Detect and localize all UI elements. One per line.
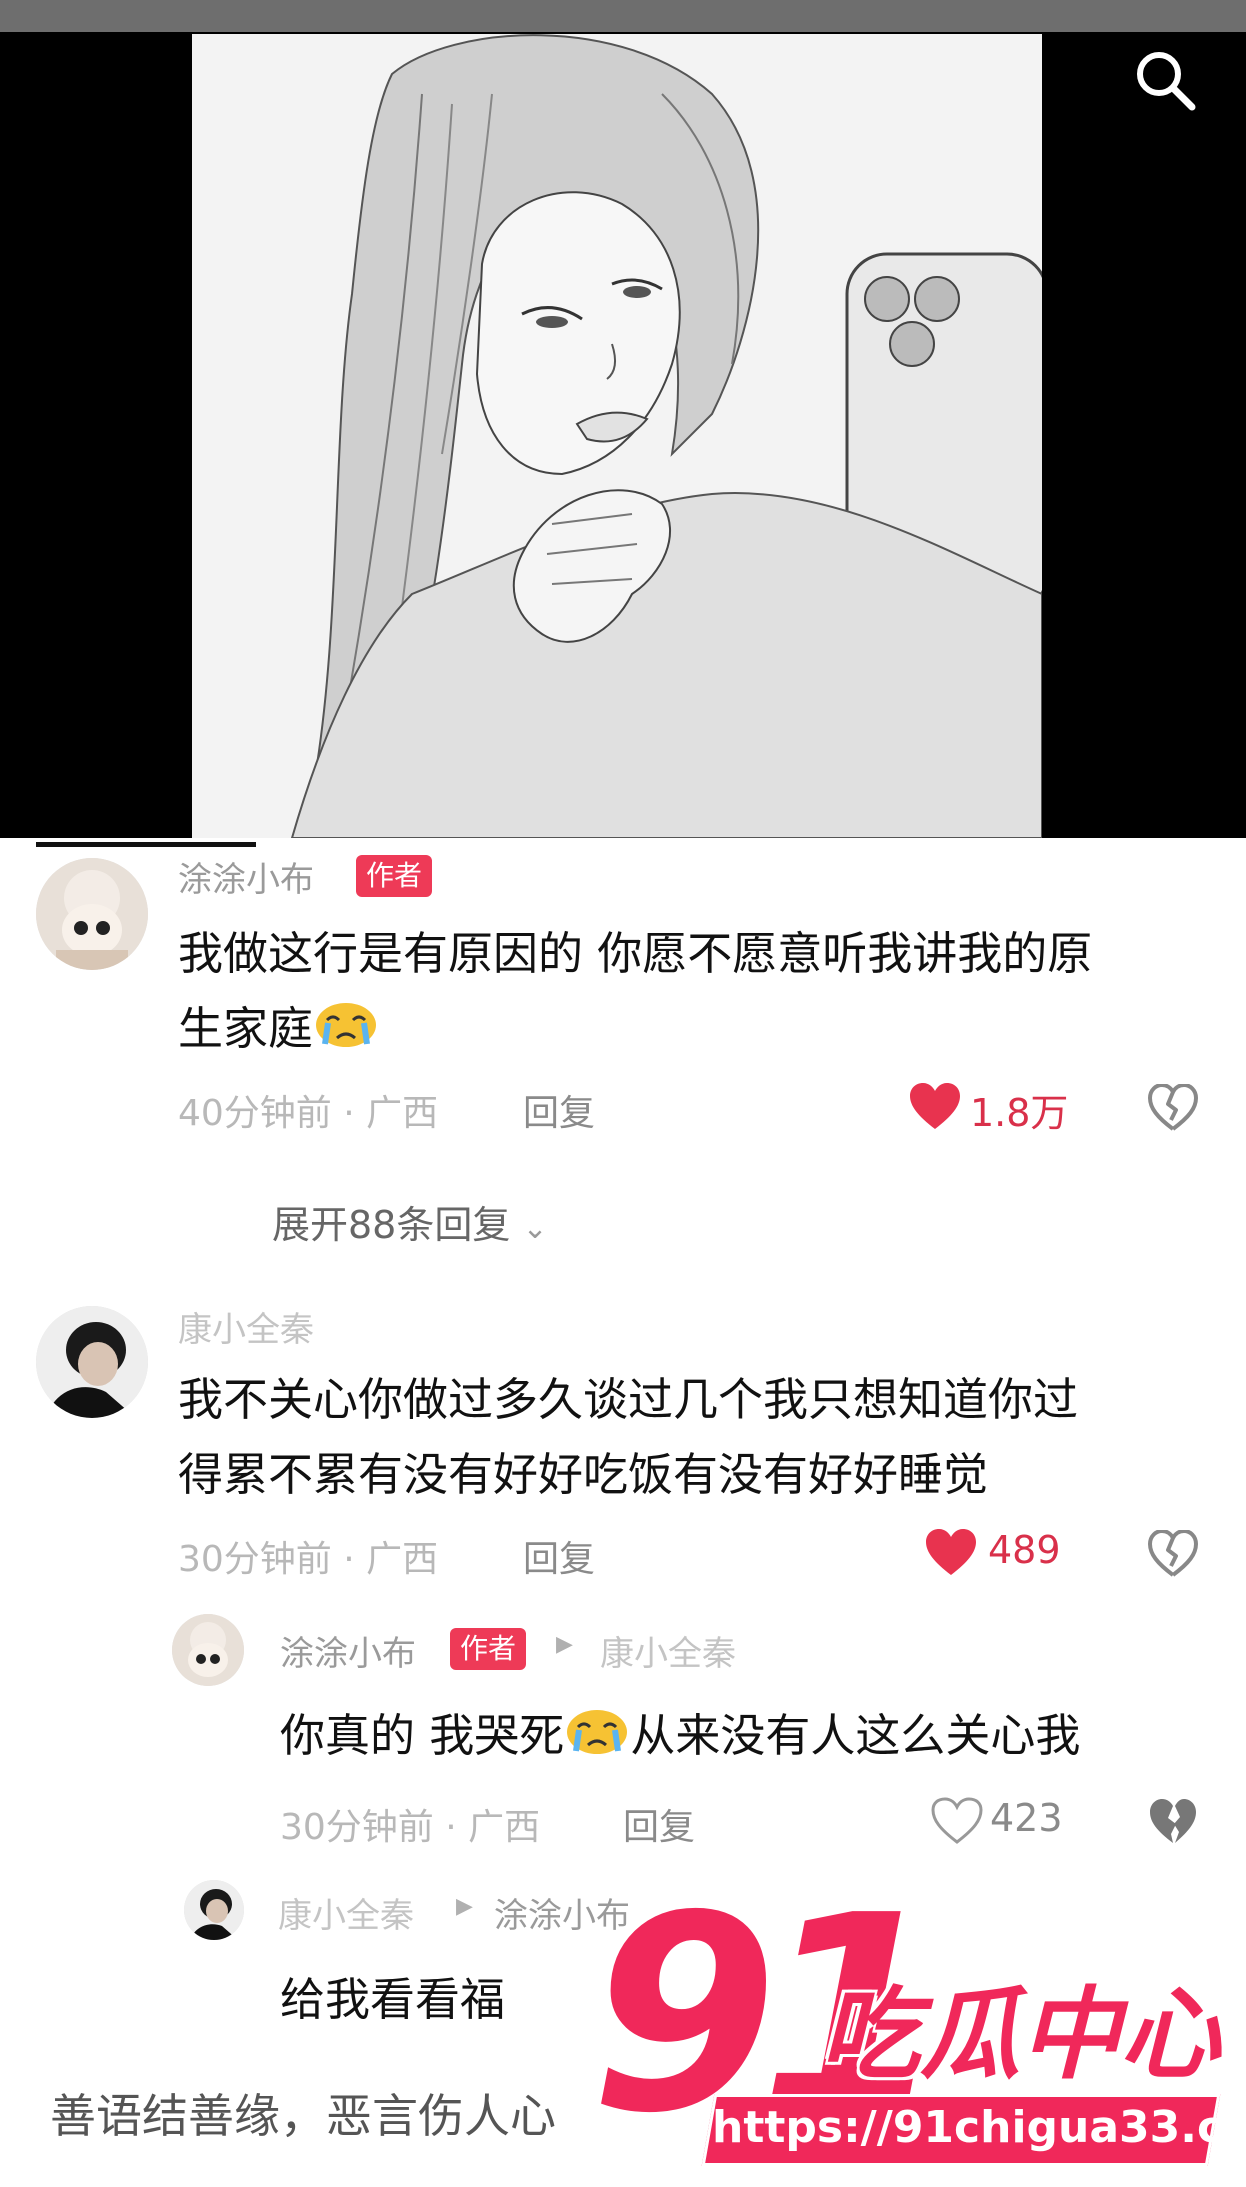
- dislike-broken-heart-icon[interactable]: [1148, 1798, 1198, 1846]
- reply-text-segment: 你真的 我哭死: [280, 1709, 565, 1762]
- reply-text: 给我看看福: [280, 1973, 506, 2026]
- like-count: 423: [990, 1796, 1063, 1840]
- comment-username[interactable]: 康小全秦: [178, 1302, 314, 1351]
- like-count: 489: [988, 1528, 1061, 1572]
- comment-text-line: 得累不累有没有好好吃饭有没有好好睡觉: [178, 1448, 989, 1501]
- reply-text-segment: 从来没有人这么关心我: [630, 1709, 1081, 1762]
- comment-text: 我不关心你做过多久谈过几个我只想知道你过 得累不累有没有好好吃饭有没有好好睡觉: [178, 1362, 1218, 1512]
- expand-replies-button[interactable]: 展开88条回复 ⌄: [272, 1194, 548, 1249]
- crying-face-icon: [564, 1702, 630, 1777]
- reply-button[interactable]: 回复: [523, 1084, 595, 1136]
- comment-username[interactable]: 涂涂小布: [178, 852, 314, 901]
- watermark-url: https://91chigua33.com: [712, 2102, 1246, 2153]
- reply-username[interactable]: 涂涂小布: [280, 1626, 416, 1675]
- reply-location: 广西: [468, 1807, 541, 1848]
- author-badge: 作者: [450, 1628, 527, 1670]
- comment-location: 广西: [366, 1093, 439, 1134]
- like-heart-icon[interactable]: [908, 1082, 962, 1132]
- avatar[interactable]: [36, 1306, 148, 1418]
- reply-arrow-icon: ▶: [556, 1632, 573, 1657]
- status-bar: [0, 0, 1246, 32]
- reply-text: 你真的 我哭死 从来没有人这么关心我: [280, 1698, 1220, 1777]
- dislike-broken-heart-icon[interactable]: [1148, 1083, 1198, 1132]
- dislike-broken-heart-icon[interactable]: [1148, 1529, 1198, 1578]
- avatar[interactable]: [36, 858, 148, 970]
- author-badge: 作者: [356, 855, 433, 897]
- reply-username[interactable]: 康小全秦: [278, 1888, 414, 1937]
- comment-time: 30分钟前: [178, 1539, 332, 1580]
- like-heart-icon[interactable]: [924, 1528, 978, 1578]
- reply-arrow-icon: ▶: [456, 1894, 473, 1919]
- reply-time: 30分钟前: [280, 1807, 434, 1848]
- avatar[interactable]: [172, 1614, 244, 1686]
- search-icon[interactable]: [1130, 45, 1200, 115]
- reply-button[interactable]: 回复: [523, 1530, 595, 1582]
- comment-meta: 40分钟前 · 广西: [178, 1093, 439, 1134]
- expand-replies-label: 展开88条回复: [272, 1203, 511, 1247]
- comment-meta: 30分钟前 · 广西: [178, 1539, 439, 1580]
- reply-to-username[interactable]: 康小全秦: [600, 1626, 736, 1675]
- comment-text-line: 我不关心你做过多久谈过几个我只想知道你过: [178, 1373, 1079, 1426]
- comment-input-placeholder[interactable]: 善语结善缘，恶言伤人心: [50, 2080, 556, 2146]
- reply-meta: 30分钟前 · 广西: [280, 1807, 541, 1848]
- comment-location: 广西: [366, 1539, 439, 1580]
- comment-text: 我做这行是有原因的 你愿不愿意听我讲我的原 生家庭: [178, 916, 1218, 1070]
- watermark-name: 吃瓜中心: [820, 1976, 1220, 2093]
- comment-text-line: 生家庭: [178, 991, 1218, 1070]
- comment-time: 40分钟前: [178, 1093, 332, 1134]
- comment-text-segment: 生家庭: [178, 1002, 314, 1055]
- progress-indicator: [36, 842, 256, 847]
- post-image[interactable]: [192, 34, 1042, 838]
- like-count: 1.8万: [970, 1091, 1069, 1135]
- avatar[interactable]: [184, 1880, 244, 1940]
- comment-text-line: 我做这行是有原因的 你愿不愿意听我讲我的原: [178, 927, 1093, 980]
- pencil-sketch-illustration: [192, 34, 1042, 838]
- like-heart-outline-icon[interactable]: [930, 1796, 984, 1846]
- crying-face-icon: [313, 995, 379, 1070]
- reply-button[interactable]: 回复: [623, 1798, 695, 1850]
- chevron-down-icon: ⌄: [522, 1211, 548, 1246]
